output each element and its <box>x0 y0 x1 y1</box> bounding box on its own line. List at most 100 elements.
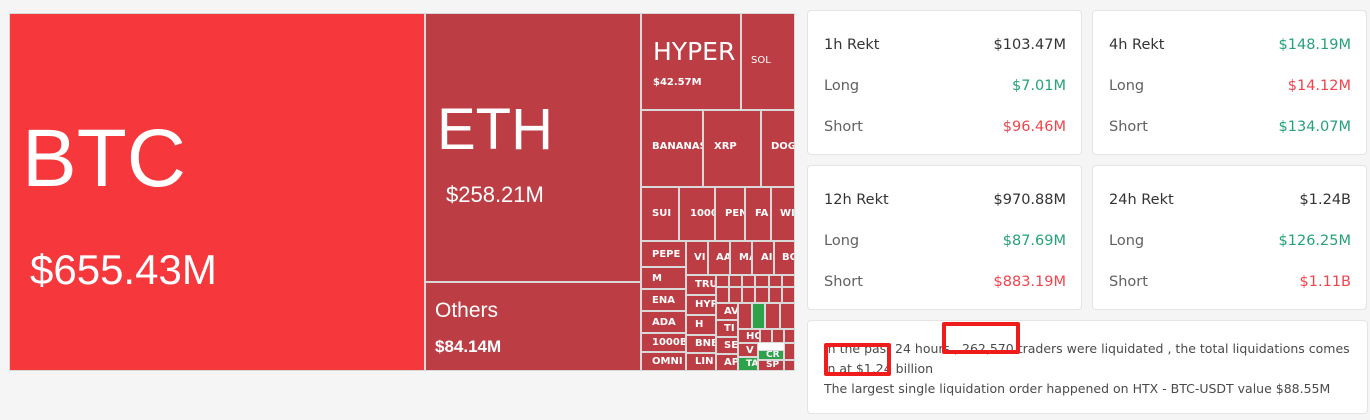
tile-hyp-symbol: HYP <box>695 299 716 310</box>
tile-small-cell[interactable] <box>784 329 795 343</box>
tile-small-cell[interactable] <box>782 275 795 287</box>
card-header: 4h Rekt $148.19M <box>1109 35 1351 55</box>
tile-bnb-symbol: BNB <box>695 338 715 349</box>
card-header: 1h Rekt $103.47M <box>824 35 1066 55</box>
tile-cr[interactable]: CR <box>758 350 784 360</box>
tile-small-cell[interactable] <box>738 303 752 329</box>
tile-pen-symbol: PEN <box>725 208 744 219</box>
tile-omni[interactable]: OMNI <box>641 352 686 371</box>
tile-m-symbol: M <box>652 273 662 284</box>
tile-small-cell[interactable] <box>780 303 795 329</box>
tile-ho[interactable]: HO <box>738 329 760 343</box>
summary-line-2: The largest single liquidation order hap… <box>824 381 1331 396</box>
tile-se[interactable]: SE <box>716 337 738 354</box>
tile-small-cell[interactable] <box>784 360 795 371</box>
tile-sol[interactable]: SOL <box>741 13 795 110</box>
short-value: $883.19M <box>993 274 1066 290</box>
tile-small-cell[interactable] <box>784 343 795 360</box>
tile-sp[interactable]: SP <box>758 360 784 371</box>
tile-sp-symbol: SP <box>766 360 780 370</box>
card-title: 24h Rekt <box>1109 192 1174 208</box>
tile-1000b-symbol: 1000B <box>652 337 686 348</box>
tile-eth-symbol: ETH <box>437 97 553 162</box>
tile-av-symbol: AV <box>724 306 738 317</box>
tile-small-cell[interactable] <box>716 275 729 287</box>
tile-h[interactable]: H <box>686 315 716 335</box>
tile-small-cell[interactable] <box>755 275 769 287</box>
card-title: 12h Rekt <box>824 192 889 208</box>
tile-fa[interactable]: FA <box>745 187 771 241</box>
tile-sui-symbol: SUI <box>652 208 672 219</box>
tile-tru-symbol: TRU <box>695 279 716 290</box>
tile-small-cell[interactable] <box>772 329 784 343</box>
tile-bnb[interactable]: BNB <box>686 335 716 353</box>
short-value: $134.07M <box>1278 119 1351 135</box>
tile-hyper-symbol: HYPER <box>653 37 736 66</box>
tile-others[interactable]: Others $84.14M <box>425 282 641 371</box>
tile-ap[interactable]: AP <box>716 354 738 371</box>
tile-hyper[interactable]: HYPER $42.57M <box>641 13 741 110</box>
tile-hyper-value: $42.57M <box>653 77 702 88</box>
tile-se-symbol: SE <box>724 340 738 351</box>
long-value: $126.25M <box>1278 233 1351 249</box>
tile-lin-symbol: LIN <box>695 356 714 367</box>
tile-small-cell[interactable] <box>769 287 782 303</box>
short-label: Short <box>824 274 863 290</box>
tile-small-cell[interactable] <box>742 275 755 287</box>
tile-hyp[interactable]: HYP <box>686 295 716 315</box>
tile-av[interactable]: AV <box>716 303 738 320</box>
short-value: $96.46M <box>1002 119 1066 135</box>
long-label: Long <box>1109 78 1145 94</box>
tile-1000b[interactable]: 1000B <box>641 333 686 352</box>
summary-text: In the past 24 hours , 262,570 traders w… <box>824 339 1353 399</box>
tile-small-cell[interactable] <box>729 275 742 287</box>
tile-pepe[interactable]: PEPE <box>641 241 686 267</box>
tile-small-cell[interactable] <box>760 329 772 343</box>
tile-small-cell[interactable] <box>729 287 742 303</box>
tile-ti[interactable]: TI <box>716 320 738 337</box>
tile-small-cell[interactable] <box>755 287 769 303</box>
tile-ta-symbol: TA <box>746 359 758 369</box>
card-header: 24h Rekt $1.24B <box>1109 190 1351 210</box>
tile-ai[interactable]: AI <box>752 241 774 275</box>
tile-bo-symbol: BO <box>782 252 794 263</box>
tile-pen[interactable]: PEN <box>715 187 745 241</box>
tile-v[interactable]: V <box>738 343 758 357</box>
tile-small-cell[interactable] <box>716 287 729 303</box>
tile-others-symbol: Others <box>435 299 499 322</box>
tile-ma[interactable]: MA <box>730 241 752 275</box>
tile-small-cell[interactable] <box>742 287 755 303</box>
card-total: $970.88M <box>993 192 1066 208</box>
tile-ena[interactable]: ENA <box>641 289 686 311</box>
tile-small-cell[interactable] <box>782 287 795 303</box>
short-label: Short <box>1109 274 1148 290</box>
tile-bananas[interactable]: BANANAS <box>641 110 703 187</box>
tile-m[interactable]: M <box>641 267 686 289</box>
tile-ada[interactable]: ADA <box>641 311 686 333</box>
tile-doge[interactable]: DOGE <box>761 110 795 187</box>
tile-btc[interactable]: BTC $655.43M <box>9 13 425 371</box>
long-value: $7.01M <box>1011 78 1066 94</box>
tile-xrp[interactable]: XRP <box>703 110 761 187</box>
short-value: $1.11B <box>1299 274 1351 290</box>
tile-small-cell-green[interactable] <box>752 303 765 329</box>
tile-lin[interactable]: LIN <box>686 353 716 371</box>
tile-tru[interactable]: TRU <box>686 275 716 295</box>
tile-sol-symbol: SOL <box>751 55 771 66</box>
tile-doge-symbol: DOGE <box>771 141 794 152</box>
tile-small-cell[interactable] <box>765 303 780 329</box>
tile-small-cell[interactable] <box>769 275 782 287</box>
liquidation-summary: In the past 24 hours , 262,570 traders w… <box>807 320 1368 414</box>
tile-ta[interactable]: TA <box>738 357 758 371</box>
tile-eth[interactable]: ETH $258.21M <box>425 13 641 282</box>
card-short-row: Short $134.07M <box>1109 117 1351 137</box>
tile-1000[interactable]: 1000 <box>679 187 715 241</box>
tile-wi[interactable]: WI <box>771 187 795 241</box>
card-header: 12h Rekt $970.88M <box>824 190 1066 210</box>
tile-bo[interactable]: BO <box>774 241 795 275</box>
tile-aa[interactable]: AA <box>708 241 730 275</box>
tile-omni-symbol: OMNI <box>652 356 683 367</box>
tile-sui[interactable]: SUI <box>641 187 679 241</box>
tile-ap-symbol: AP <box>724 357 738 368</box>
tile-vi[interactable]: VI <box>686 241 708 275</box>
